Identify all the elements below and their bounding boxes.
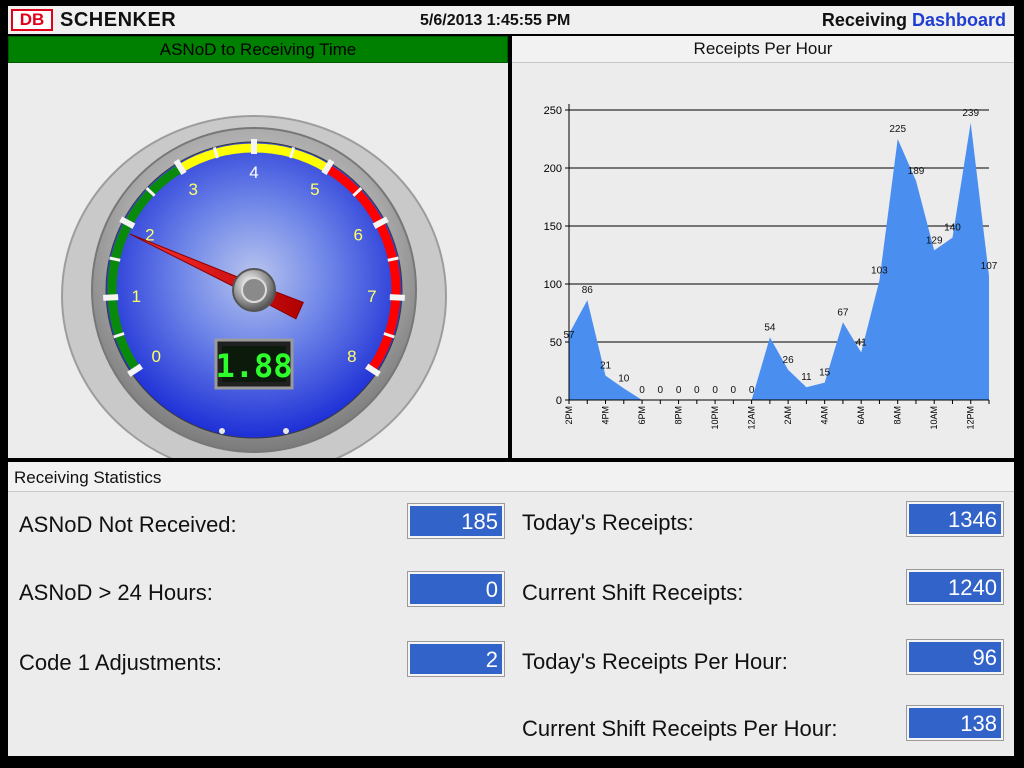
chart-data-label: 189 (908, 166, 925, 177)
datetime-display: 5/6/2013 1:45:55 PM (420, 12, 571, 29)
chart-data-label: 0 (694, 385, 700, 396)
chart-y-tick-label: 50 (550, 337, 562, 349)
chart-y-tick-label: 150 (544, 221, 562, 233)
chart-data-label: 0 (731, 385, 737, 396)
gauge-scale-label: 4 (249, 163, 258, 182)
chart-x-tick-label: 10AM (929, 406, 939, 430)
stat-value-shift-receipts-per-hour: 138 (906, 705, 1004, 741)
chart-y-tick-label: 0 (556, 395, 562, 407)
chart-data-label: 54 (764, 322, 776, 333)
stat-label-current-shift-receipts: Current Shift Receipts: (522, 580, 744, 605)
header-bar: DB SCHENKER 5/6/2013 1:45:55 PM Receivin… (8, 6, 1014, 34)
chart-x-tick-label: 12AM (747, 406, 757, 430)
chart-y-tick-label: 200 (544, 163, 562, 175)
gauge-scale-label: 8 (347, 347, 356, 366)
chart-data-label: 57 (563, 330, 575, 341)
gauge-scale-label: 3 (188, 180, 197, 199)
gauge-chart: 0123456781.88 (61, 115, 447, 458)
gauge-hub-center (241, 277, 267, 303)
gauge-dot (283, 428, 289, 434)
gauge-scale-label: 0 (151, 347, 160, 366)
stat-label-shift-receipts-per-hour: Current Shift Receipts Per Hour: (522, 716, 838, 741)
chart-data-label: 0 (676, 385, 682, 396)
stat-value-asnod-over-24: 0 (407, 571, 505, 607)
stat-value-asnod-not-received: 185 (407, 503, 505, 539)
chart-x-tick-label: 6AM (856, 406, 866, 425)
chart-panel: Receipts Per Hour 0 50 100 150 200 250 2PM 4PM 6… (512, 36, 1014, 458)
chart-data-label: 11 (801, 372, 812, 383)
chart-data-label: 239 (962, 108, 979, 119)
stat-value-todays-receipts: 1346 (906, 501, 1004, 537)
chart-y-tick-label: 100 (544, 279, 562, 291)
chart-x-tick-label: 2PM (564, 406, 574, 425)
stat-value-code1-adjustments: 2 (407, 641, 505, 677)
receipts-chart: 0501001502002502PM 4PM 6PM 8PM 10PM 12AM 2AM 4A… (544, 104, 998, 430)
chart-area-series (569, 122, 989, 401)
chart-data-label: 0 (749, 385, 755, 396)
stat-label-asnod-over-24: ASNoD > 24 Hours: (19, 580, 213, 605)
chart-data-label: 67 (837, 307, 849, 318)
chart-x-tick-label: 4PM (601, 406, 611, 425)
stat-value-current-shift-receipts: 1240 (906, 569, 1004, 605)
chart-data-label: 41 (856, 337, 868, 348)
stat-label-asnod-not-received: ASNoD Not Received: (19, 512, 237, 537)
chart-data-label: 15 (819, 368, 831, 379)
chart-data-label: 140 (944, 223, 961, 234)
chart-data-label: 107 (981, 261, 998, 272)
chart-data-label: 103 (871, 266, 888, 277)
chart-x-tick-label: 4AM (820, 406, 830, 425)
page-title: Receiving Dashboard (822, 10, 1006, 31)
chart-data-label: 0 (639, 385, 645, 396)
chart-x-tick-label: 6PM (637, 406, 647, 425)
gauge-scale-label: 1 (131, 287, 140, 306)
gauge-major-tick (389, 294, 405, 301)
page-title-part1: Receiving (821, 10, 907, 30)
chart-data-label: 225 (889, 124, 906, 135)
stats-panel: Receiving Statistics ASNoD Not Received:… (8, 462, 1014, 756)
stat-value-todays-receipts-per-hour: 96 (906, 639, 1004, 675)
chart-x-tick-label: 8AM (893, 406, 903, 425)
gauge-panel: ASNoD to Receiving Time 0123 4 5 6 7 8 1… (8, 36, 508, 458)
chart-x-tick-label: 2AM (783, 406, 793, 425)
chart-data-label: 0 (658, 385, 664, 396)
gauge-digital-readout: 1.88 (215, 347, 292, 385)
chart-x-tick-label: 12PM (966, 406, 976, 430)
gauge-title: ASNoD to Receiving Time (8, 36, 508, 63)
chart-x-tick-label: 8PM (674, 406, 684, 425)
chart-data-label: 21 (600, 361, 612, 372)
gauge-scale-label: 7 (367, 287, 376, 306)
chart-title: Receipts Per Hour (512, 36, 1014, 63)
gauge-scale-label: 5 (310, 180, 319, 199)
chart-data-label: 129 (926, 235, 943, 246)
stats-title: Receiving Statistics (8, 462, 1014, 492)
stat-label-code1-adjustments: Code 1 Adjustments: (19, 650, 223, 675)
db-logo: DB (11, 9, 53, 31)
gauge-scale-label: 6 (353, 226, 362, 245)
brand-name: SCHENKER (60, 9, 177, 31)
gauge-dot (219, 428, 225, 434)
stat-label-todays-receipts-per-hour: Today's Receipts Per Hour: (522, 649, 788, 674)
chart-data-label: 10 (618, 373, 630, 384)
chart-x-tick-label: 10PM (710, 406, 720, 430)
gauge-major-tick (103, 294, 119, 301)
stat-label-todays-receipts: Today's Receipts: (522, 510, 694, 535)
chart-data-label: 26 (783, 355, 795, 366)
chart-data-label: 0 (712, 385, 718, 396)
chart-data-label: 86 (582, 285, 594, 296)
page-title-part2: Dashboard (911, 10, 1006, 30)
chart-y-tick-label: 250 (544, 105, 562, 117)
